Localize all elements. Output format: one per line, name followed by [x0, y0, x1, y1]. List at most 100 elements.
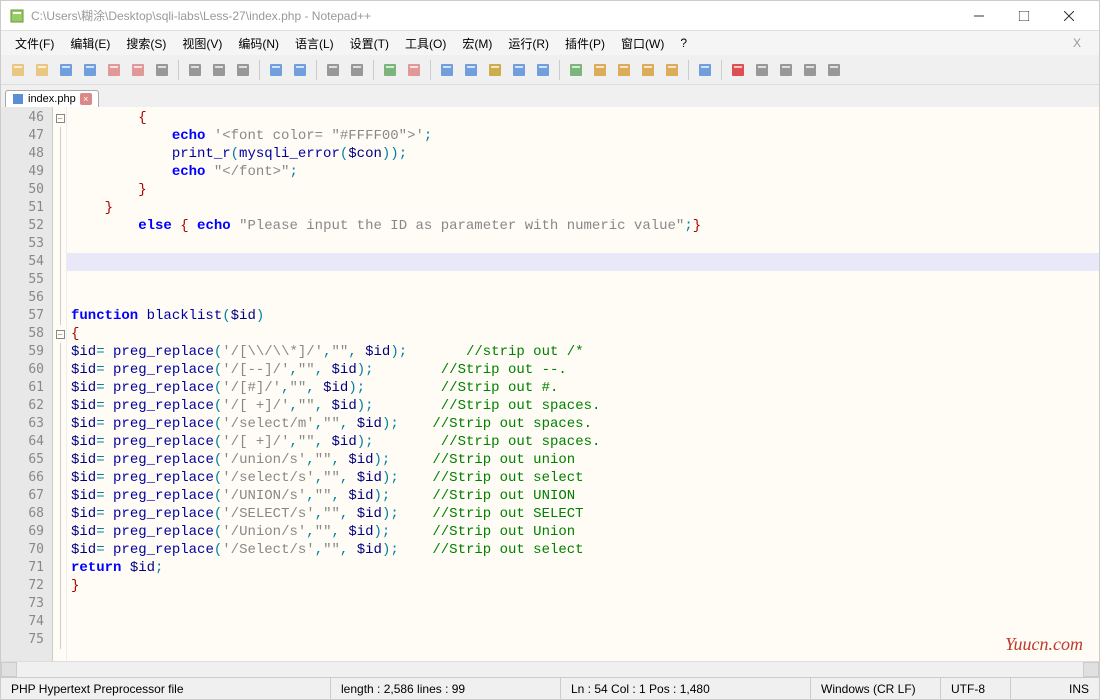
stop-macro-icon[interactable] — [751, 59, 773, 81]
code-line[interactable]: { — [67, 325, 1099, 343]
lang-icon[interactable] — [565, 59, 587, 81]
undo-icon[interactable] — [265, 59, 287, 81]
code-line[interactable]: } — [67, 199, 1099, 217]
status-eol[interactable]: Windows (CR LF) — [811, 678, 941, 699]
code-line[interactable]: $id= preg_replace('/Select/s',"", $id); … — [67, 541, 1099, 559]
menu-help[interactable]: ? — [674, 34, 693, 52]
fold-marker[interactable] — [53, 433, 67, 451]
doc-map-icon[interactable] — [589, 59, 611, 81]
code-line[interactable]: $id= preg_replace('/UNION/s',"", $id); /… — [67, 487, 1099, 505]
play-multi-icon[interactable] — [799, 59, 821, 81]
code-line[interactable]: echo "</font>"; — [67, 163, 1099, 181]
open-file-icon[interactable] — [31, 59, 53, 81]
menu-plugins[interactable]: 插件(P) — [559, 33, 611, 54]
fold-marker[interactable]: − — [53, 325, 67, 343]
fold-marker[interactable] — [53, 289, 67, 307]
fold-marker[interactable] — [53, 181, 67, 199]
menu-language[interactable]: 语言(L) — [289, 33, 340, 54]
menu-run[interactable]: 运行(R) — [502, 33, 555, 54]
close-window-button[interactable] — [1046, 2, 1091, 30]
fold-marker[interactable] — [53, 253, 67, 271]
code-line[interactable]: function blacklist($id) — [67, 307, 1099, 325]
code-line[interactable]: else { echo "Please input the ID as para… — [67, 217, 1099, 235]
menu-edit[interactable]: 编辑(E) — [64, 33, 116, 54]
all-chars-icon[interactable] — [508, 59, 530, 81]
menu-encoding[interactable]: 编码(N) — [232, 33, 285, 54]
minimize-button[interactable] — [956, 2, 1001, 30]
fold-marker[interactable] — [53, 307, 67, 325]
fold-marker[interactable] — [53, 271, 67, 289]
folder-tree-icon[interactable] — [661, 59, 683, 81]
code-line[interactable] — [67, 289, 1099, 307]
fold-marker[interactable] — [53, 541, 67, 559]
monitor-icon[interactable] — [694, 59, 716, 81]
play-macro-icon[interactable] — [775, 59, 797, 81]
fold-marker[interactable] — [53, 361, 67, 379]
copy-icon[interactable] — [208, 59, 230, 81]
record-macro-icon[interactable] — [727, 59, 749, 81]
tab-index-php[interactable]: index.php × — [5, 90, 99, 107]
fold-marker[interactable] — [53, 505, 67, 523]
code-line[interactable] — [67, 235, 1099, 253]
fold-marker[interactable] — [53, 451, 67, 469]
sync-h-icon[interactable] — [460, 59, 482, 81]
fold-marker[interactable] — [53, 415, 67, 433]
horizontal-scrollbar[interactable] — [1, 661, 1099, 677]
code-line[interactable]: print_r(mysqli_error($con)); — [67, 145, 1099, 163]
save-icon[interactable] — [55, 59, 77, 81]
fold-marker[interactable] — [53, 127, 67, 145]
new-file-icon[interactable] — [7, 59, 29, 81]
code-line[interactable]: $id= preg_replace('/Union/s',"", $id); /… — [67, 523, 1099, 541]
func-list-icon[interactable] — [637, 59, 659, 81]
fold-marker[interactable] — [53, 343, 67, 361]
code-line[interactable]: $id= preg_replace('/select/m',"", $id); … — [67, 415, 1099, 433]
fold-marker[interactable] — [53, 199, 67, 217]
maximize-button[interactable] — [1001, 2, 1046, 30]
scroll-left-arrow[interactable] — [1, 662, 17, 677]
code-line[interactable]: $id= preg_replace('/[#]/',"", $id); //St… — [67, 379, 1099, 397]
zoom-out-icon[interactable] — [403, 59, 425, 81]
zoom-in-icon[interactable] — [379, 59, 401, 81]
code-line[interactable]: $id= preg_replace('/[--]/',"", $id); //S… — [67, 361, 1099, 379]
fold-marker[interactable] — [53, 217, 67, 235]
code-line[interactable]: } — [67, 181, 1099, 199]
fold-marker[interactable] — [53, 613, 67, 631]
save-macro-icon[interactable] — [823, 59, 845, 81]
menu-search[interactable]: 搜索(S) — [120, 33, 172, 54]
code-area[interactable]: { echo '<font color= "#FFFF00">'; print_… — [67, 107, 1099, 661]
code-line[interactable] — [67, 631, 1099, 649]
indent-guide-icon[interactable] — [532, 59, 554, 81]
code-line[interactable]: $id= preg_replace('/SELECT/s',"", $id); … — [67, 505, 1099, 523]
sync-v-icon[interactable] — [436, 59, 458, 81]
fold-marker[interactable] — [53, 397, 67, 415]
fold-marker[interactable] — [53, 163, 67, 181]
close-all-icon[interactable] — [127, 59, 149, 81]
menu-tools[interactable]: 工具(O) — [399, 33, 452, 54]
code-line[interactable] — [67, 595, 1099, 613]
fold-marker[interactable] — [53, 235, 67, 253]
fold-marker[interactable]: − — [53, 109, 67, 127]
print-icon[interactable] — [151, 59, 173, 81]
fold-marker[interactable] — [53, 487, 67, 505]
menu-settings[interactable]: 设置(T) — [344, 33, 395, 54]
code-line[interactable]: $id= preg_replace('/union/s',"", $id); /… — [67, 451, 1099, 469]
paste-icon[interactable] — [232, 59, 254, 81]
code-line[interactable]: $id= preg_replace('/[\\/\\*]/',"", $id);… — [67, 343, 1099, 361]
doc-list-icon[interactable] — [613, 59, 635, 81]
code-line[interactable]: $id= preg_replace('/select/s',"", $id); … — [67, 469, 1099, 487]
fold-marker[interactable] — [53, 631, 67, 649]
save-all-icon[interactable] — [79, 59, 101, 81]
code-line[interactable]: { — [67, 109, 1099, 127]
menu-view[interactable]: 视图(V) — [176, 33, 228, 54]
code-line[interactable] — [67, 613, 1099, 631]
menu-macro[interactable]: 宏(M) — [456, 33, 498, 54]
fold-marker[interactable] — [53, 379, 67, 397]
menu-window[interactable]: 窗口(W) — [615, 33, 670, 54]
wrap-icon[interactable] — [484, 59, 506, 81]
menu-file[interactable]: 文件(F) — [9, 33, 60, 54]
code-line[interactable]: $id= preg_replace('/[ +]/',"", $id); //S… — [67, 397, 1099, 415]
close-icon[interactable] — [103, 59, 125, 81]
status-insert-mode[interactable]: INS — [1011, 678, 1099, 699]
status-encoding[interactable]: UTF-8 — [941, 678, 1011, 699]
code-line[interactable]: } — [67, 577, 1099, 595]
